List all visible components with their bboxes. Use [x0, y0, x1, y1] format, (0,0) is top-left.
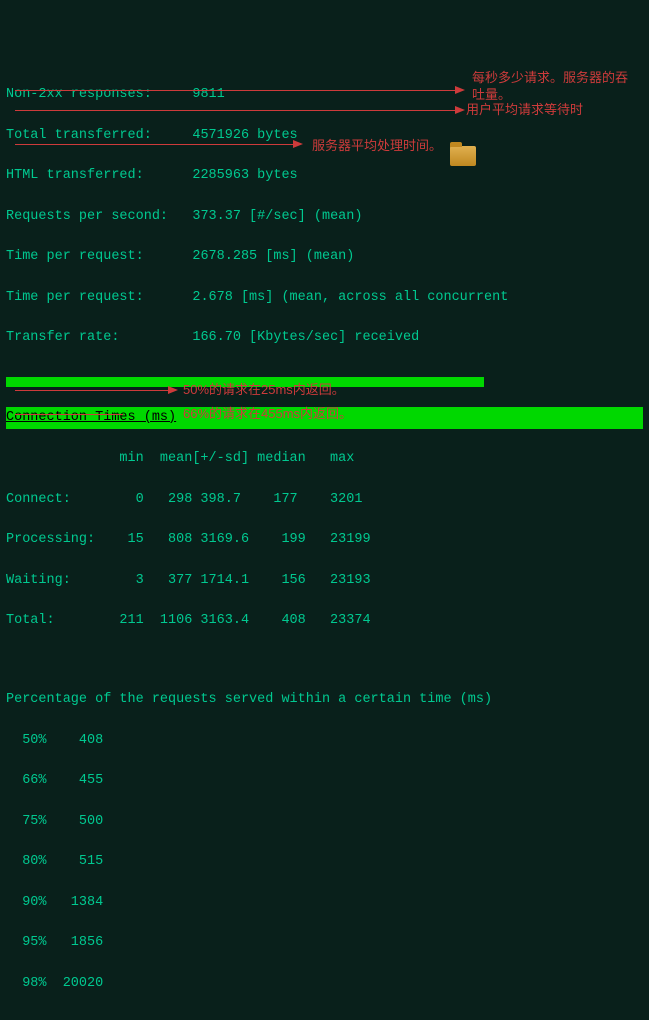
- label: Transfer rate:: [6, 330, 119, 345]
- section-title: Connection Times (ms): [6, 410, 176, 425]
- stat-time-per-req-1: Time per request: 2678.285 [ms] (mean): [6, 247, 643, 267]
- value: 166.70 [Kbytes/sec] received: [192, 330, 419, 345]
- annotation-time-per-req: 用户平均请求等待时: [466, 100, 583, 120]
- arrow-icon: [168, 386, 178, 394]
- spacer: [6, 652, 643, 670]
- value: 4571926 bytes: [192, 128, 297, 143]
- conn-row-waiting: Waiting: 3 377 1714.1 156 23193: [6, 571, 643, 591]
- pct-90: 90% 1384: [6, 893, 643, 913]
- conn-row-total: Total: 211 1106 3163.4 408 23374: [6, 611, 643, 631]
- annotation-50pct: 50%的请求在25ms内返回。: [183, 380, 345, 400]
- annotation-req-per-sec: 每秒多少请求。服务器的吞吐量。: [472, 70, 632, 104]
- label: Time per request:: [6, 249, 144, 264]
- value: 2678.285 [ms] (mean): [192, 249, 354, 264]
- label: HTML transferred:: [6, 168, 144, 183]
- stat-transfer-rate: Transfer rate: 166.70 [Kbytes/sec] recei…: [6, 328, 643, 348]
- arrow-icon: [293, 140, 303, 148]
- conn-row-processing: Processing: 15 808 3169.6 199 23199: [6, 530, 643, 550]
- value: 2285963 bytes: [192, 168, 297, 183]
- stat-html-transferred: HTML transferred: 2285963 bytes: [6, 166, 643, 186]
- arrow-icon: [455, 106, 465, 114]
- value: 2.678 [ms] (mean, across all concurrent: [192, 290, 508, 305]
- pct-80: 80% 515: [6, 852, 643, 872]
- label: Time per request:: [6, 290, 144, 305]
- pct-66: 66% 455: [6, 771, 643, 791]
- value: 373.37 [#/sec] (mean): [192, 209, 362, 224]
- pct-50: 50% 408: [6, 731, 643, 751]
- stat-req-per-sec: Requests per second: 373.37 [#/sec] (mea…: [6, 207, 643, 227]
- pct-98: 98% 20020: [6, 974, 643, 994]
- red-line-2: [15, 110, 457, 111]
- label: Total transferred:: [6, 128, 152, 143]
- conn-columns: min mean[+/-sd] median max: [6, 449, 643, 469]
- stat-time-per-req-2: Time per request: 2.678 [ms] (mean, acro…: [6, 288, 643, 308]
- arrow-icon: [455, 86, 465, 94]
- red-line-1: [15, 90, 457, 91]
- red-line-5: [15, 414, 123, 415]
- folder-icon: [450, 146, 476, 166]
- label: Requests per second:: [6, 209, 168, 224]
- annotation-66pct: 66%的请求在455ms内返回。: [183, 404, 352, 424]
- red-line-4: [15, 390, 170, 391]
- conn-row-connect: Connect: 0 298 398.7 177 3201: [6, 490, 643, 510]
- pct-header: Percentage of the requests served within…: [6, 690, 643, 710]
- pct-95: 95% 1856: [6, 933, 643, 953]
- red-line-3: [15, 144, 295, 145]
- pct-75: 75% 500: [6, 812, 643, 832]
- annotation-server-time: 服务器平均处理时间。: [312, 136, 442, 156]
